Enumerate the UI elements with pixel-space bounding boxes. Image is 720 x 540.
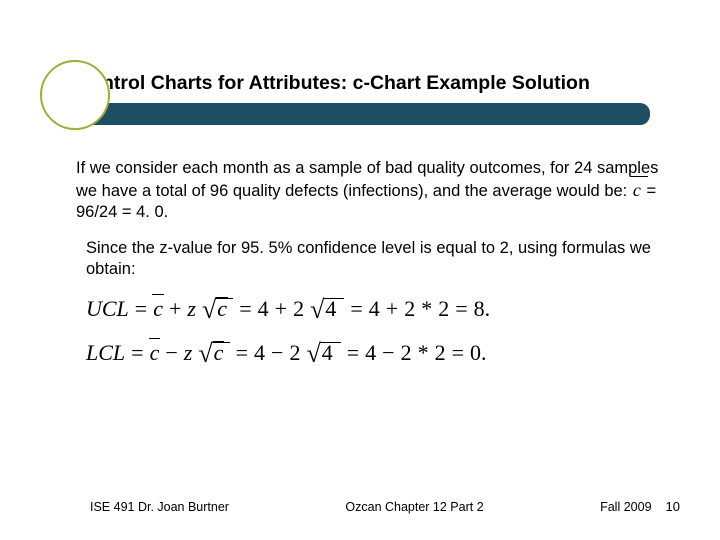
plus-sign: + [386, 296, 398, 322]
num-2: 2 [404, 296, 415, 322]
mult-sign: * [418, 340, 429, 366]
eq-sign: = [350, 296, 362, 322]
sqrt-cbar: √ c [198, 342, 229, 364]
num-4: 4 [365, 340, 376, 366]
body-paragraph-1: If we consider each month as a sample of… [76, 158, 666, 223]
num-4: 4 [254, 340, 265, 366]
eq-sign: = [239, 296, 251, 322]
formula-ucl: UCL = c + z √ c = 4 + 2 √ 4 = 4 + 2 * 2 … [86, 296, 646, 322]
sqrt-4: √ 4 [306, 342, 340, 364]
plus-sign: + [275, 296, 287, 322]
minus-sign: − [382, 340, 394, 366]
eq-sign: = [131, 340, 143, 366]
result-0: 0. [470, 340, 487, 366]
footer-right: Fall 2009 [600, 500, 651, 514]
lcl-label: LCL [86, 340, 125, 366]
num-2: 2 [289, 340, 300, 366]
num-2: 2 [401, 340, 412, 366]
sqrt-cbar: √ c [202, 298, 233, 320]
num-2: 2 [435, 340, 446, 366]
num-2: 2 [293, 296, 304, 322]
num-2: 2 [438, 296, 449, 322]
sqrt-4: √ 4 [310, 298, 344, 320]
eq-sign: = [347, 340, 359, 366]
eq-sign: = [452, 340, 464, 366]
mult-sign: * [421, 296, 432, 322]
eq-sign: = [236, 340, 248, 366]
num-4: 4 [258, 296, 269, 322]
footer-left: ISE 491 Dr. Joan Burtner [90, 500, 229, 514]
minus-sign: − [165, 340, 177, 366]
body-para1-before: If we consider each month as a sample of… [76, 159, 658, 200]
body-paragraph-2: Since the z-value for 95. 5% confidence … [86, 238, 666, 280]
z-symbol: z [187, 296, 196, 322]
result-8: 8. [474, 296, 491, 322]
plus-sign: + [169, 296, 181, 322]
formula-lcl: LCL = c − z √ c = 4 − 2 √ 4 = 4 − 2 * 2 … [86, 340, 646, 366]
title-underline-bar [76, 103, 650, 125]
z-symbol: z [184, 340, 193, 366]
num-4: 4 [369, 296, 380, 322]
c-bar-symbol: c [632, 179, 642, 202]
footer-center: Ozcan Chapter 12 Part 2 [345, 500, 483, 514]
page-number: 10 [666, 499, 680, 514]
c-bar: c [150, 340, 160, 366]
ucl-label: UCL [86, 296, 129, 322]
accent-circle [40, 60, 110, 130]
eq-sign: = [135, 296, 147, 322]
minus-sign: − [271, 340, 283, 366]
slide-footer: ISE 491 Dr. Joan Burtner Ozcan Chapter 1… [90, 499, 680, 514]
eq-sign: = [455, 296, 467, 322]
slide-title: Control Charts for Attributes: c-Chart E… [76, 72, 666, 95]
formula-block: UCL = c + z √ c = 4 + 2 √ 4 = 4 + 2 * 2 … [86, 296, 646, 384]
c-bar: c [153, 296, 163, 322]
